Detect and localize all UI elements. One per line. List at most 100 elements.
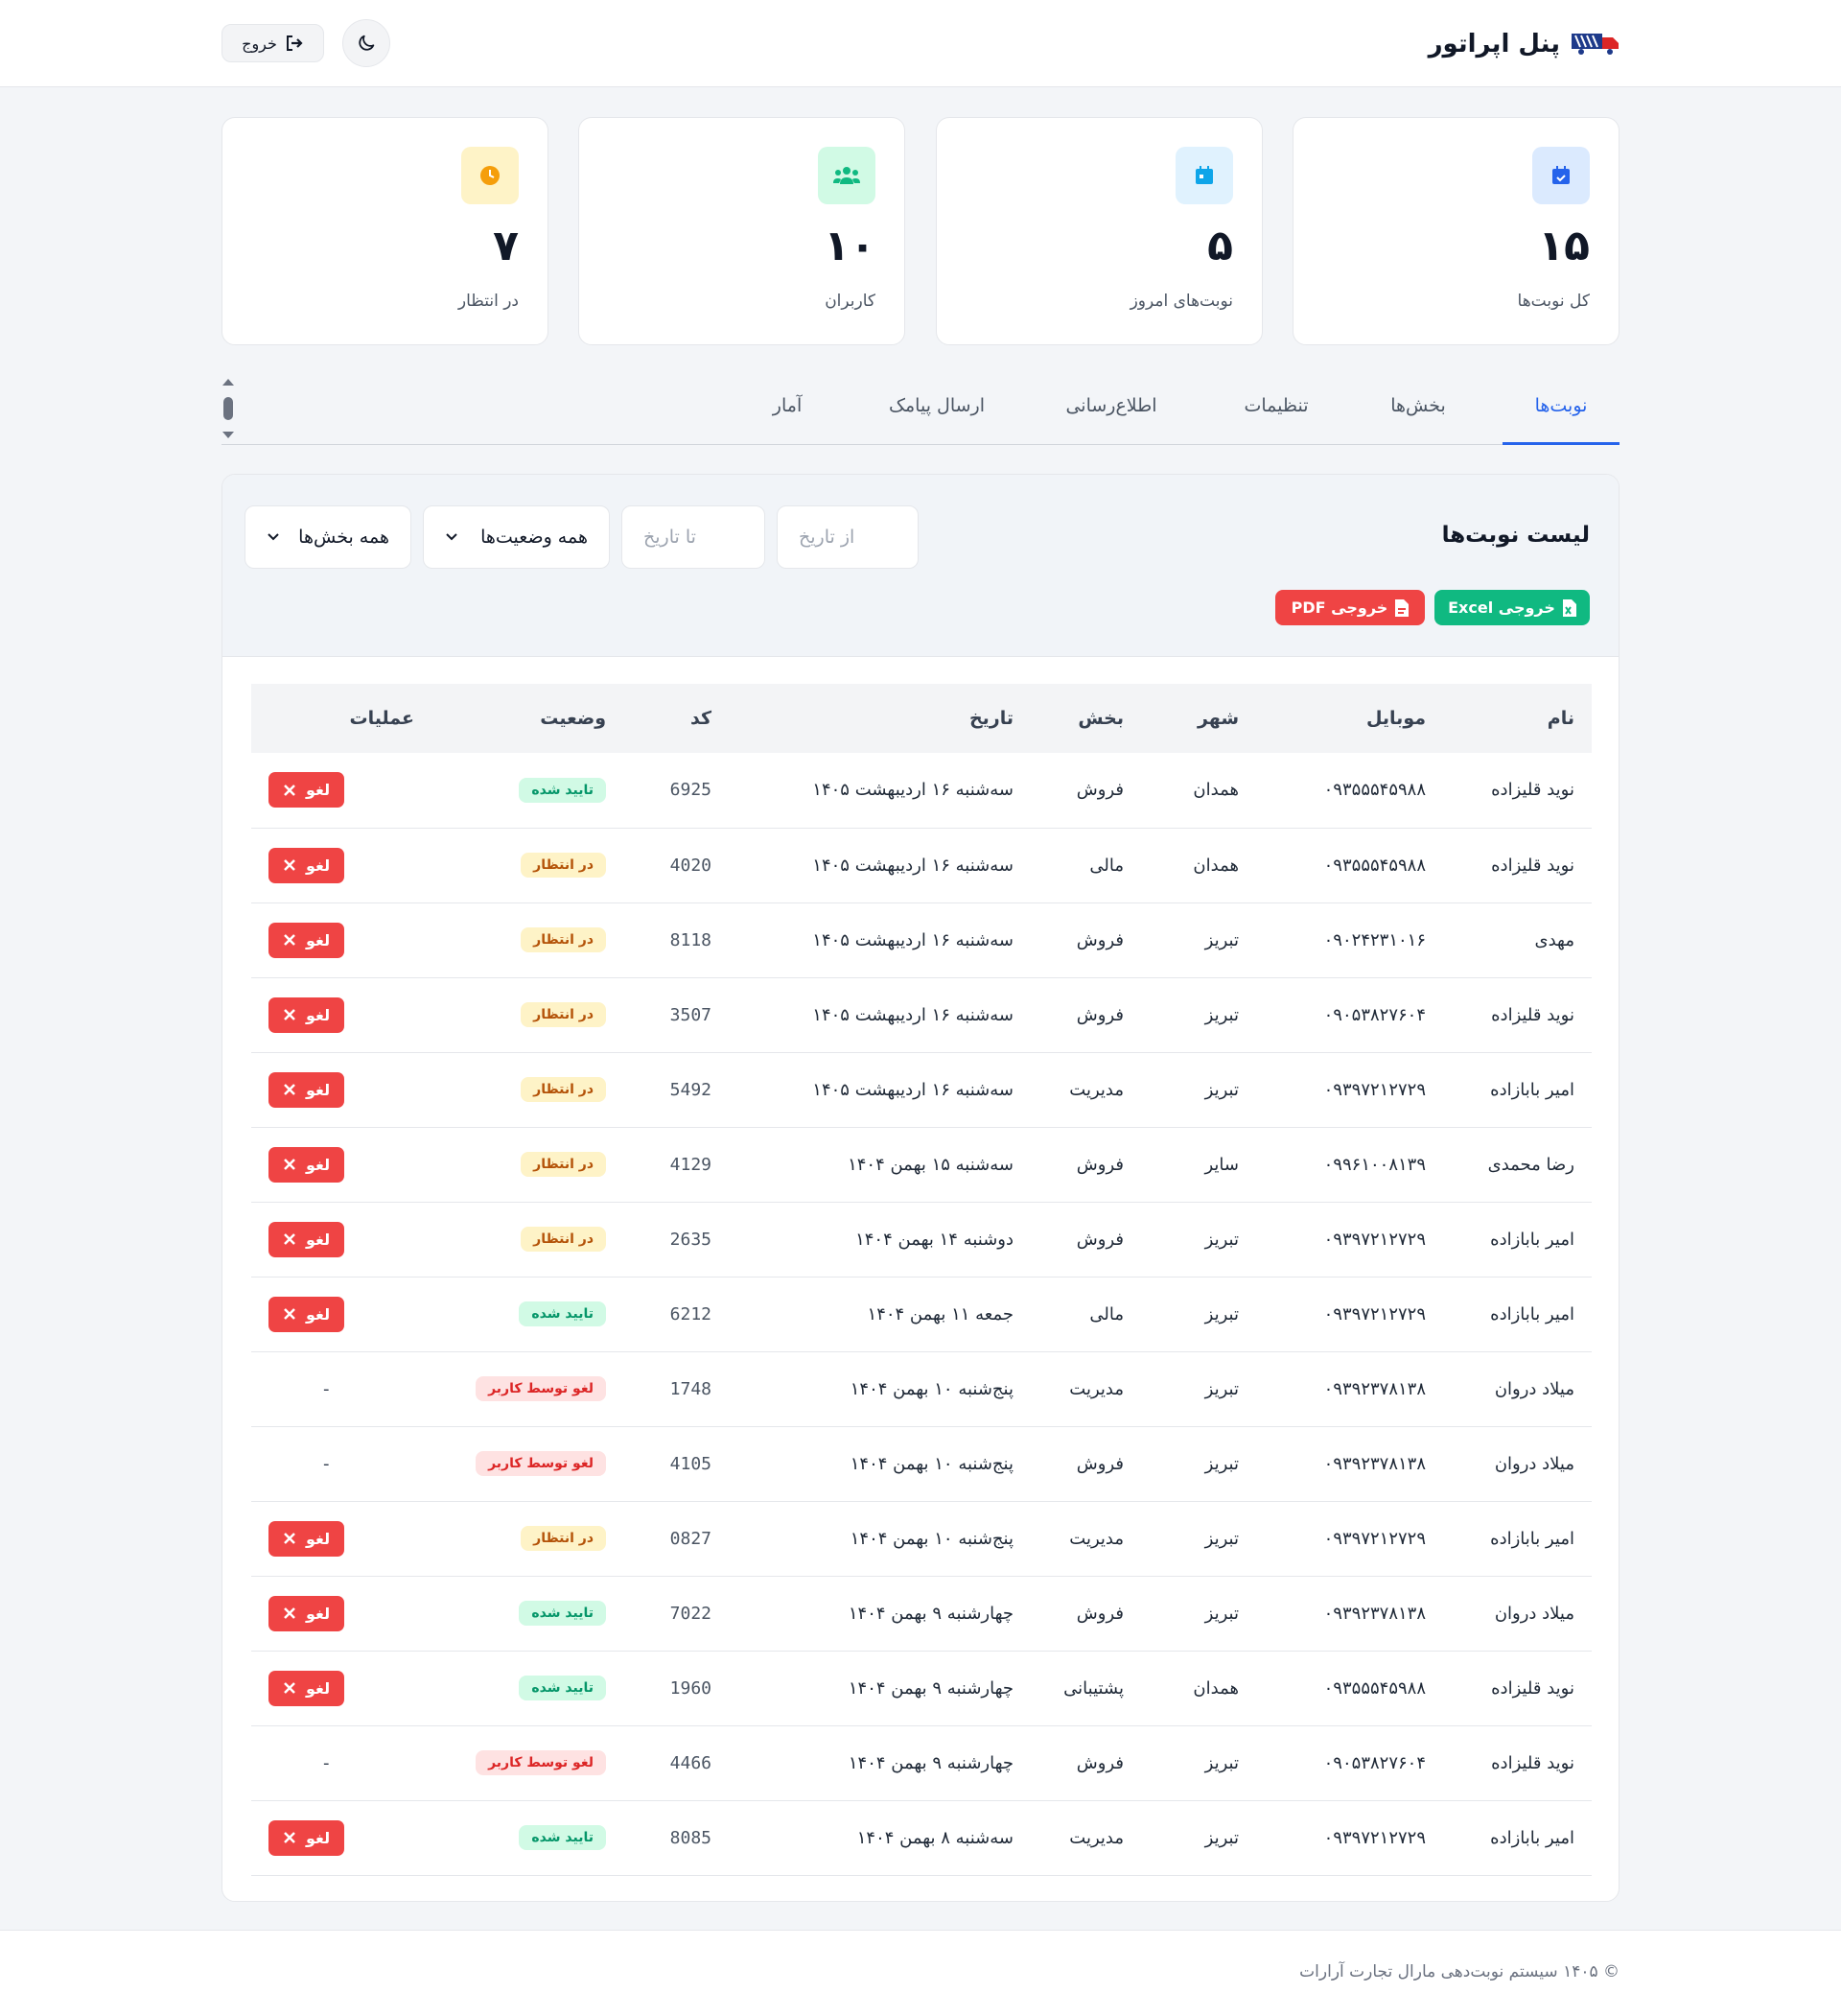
cell-status: در انتظار <box>431 828 623 903</box>
cell-code: 6212 <box>669 1303 711 1324</box>
file-pdf-icon <box>1395 598 1410 617</box>
cancel-appointment-button[interactable]: لغو <box>268 1221 345 1257</box>
column-header-city[interactable]: شهر <box>1141 684 1256 753</box>
to-date-input[interactable]: تا تاریخ <box>621 505 765 569</box>
cell-actions: لغو <box>251 1127 431 1202</box>
cell-city: تبریز <box>1204 929 1239 950</box>
cell-city: سایر <box>1204 1154 1239 1175</box>
stats-row: ۱۵ کل نوبت‌ها ۵ نوبت‌های امروز ۱۰ کاربرا… <box>221 117 1620 345</box>
cell-city: تبریز <box>1204 1378 1239 1399</box>
cell-date: پنج‌شنبه ۱۰ بهمن ۱۴۰۴ <box>850 1528 1014 1549</box>
page-title: پنل اپراتور <box>1428 30 1560 59</box>
cancel-appointment-button[interactable]: لغو <box>268 922 345 958</box>
column-header-status[interactable]: وضعیت <box>431 684 623 753</box>
cell-mobile: ۰۹۹۶۱۰۰۸۱۳۹ <box>1323 1154 1426 1175</box>
cell-section: مدیریت <box>1069 1528 1124 1549</box>
cell-code: 7022 <box>669 1603 711 1624</box>
cell-status: در انتظار <box>431 1202 623 1277</box>
calendar-day-icon <box>1176 147 1233 204</box>
cancel-label: لغو <box>306 930 331 949</box>
cell-section: پشتیبانی <box>1063 1677 1124 1699</box>
cancel-appointment-button[interactable]: لغو <box>268 1670 345 1706</box>
column-header-section[interactable]: بخش <box>1031 684 1141 753</box>
cell-mobile: ۰۹۳۵۵۵۴۵۹۸۸ <box>1323 855 1426 876</box>
cell-city: تبریز <box>1204 1827 1239 1848</box>
close-icon <box>284 1607 295 1619</box>
cancel-appointment-button[interactable]: لغو <box>268 1296 345 1332</box>
cancel-appointment-button[interactable]: لغو <box>268 847 345 883</box>
cancel-appointment-button[interactable]: لغو <box>268 1520 345 1557</box>
cell-date: چهارشنبه ۹ بهمن ۱۴۰۴ <box>848 1603 1014 1624</box>
cancel-label: لغو <box>306 1529 331 1548</box>
cancel-appointment-button[interactable]: لغو <box>268 1146 345 1183</box>
cell-city: تبریز <box>1204 1453 1239 1474</box>
no-action-dash: - <box>323 1752 330 1773</box>
close-icon <box>284 1084 295 1095</box>
cell-actions: - <box>251 1426 431 1501</box>
cell-section: فروش <box>1076 1752 1124 1773</box>
cell-name: نوید قلیزاده <box>1491 855 1574 876</box>
cell-actions: لغو <box>251 1501 431 1576</box>
no-action-dash: - <box>323 1453 330 1474</box>
column-header-name[interactable]: نام <box>1443 684 1592 753</box>
cell-mobile: ۰۹۳۵۵۵۴۵۹۸۸ <box>1323 1677 1426 1699</box>
chevron-down-icon <box>446 533 457 541</box>
from-date-input[interactable]: از تاریخ <box>777 505 919 569</box>
cell-actions: لغو <box>251 1052 431 1127</box>
stat-value: ۷ <box>493 222 519 270</box>
status-badge: در انتظار <box>521 1077 606 1102</box>
close-icon <box>284 784 295 796</box>
theme-toggle-button[interactable] <box>342 19 390 67</box>
cell-code: 4105 <box>669 1453 711 1474</box>
table-row: نوید قلیزاده ۰۹۰۵۳۸۲۷۶۰۴ تبریز فروش چهارشنبه… <box>251 1725 1592 1800</box>
export-pdf-button[interactable]: خروجی PDF <box>1275 590 1425 625</box>
cell-date: سه‌شنبه ۸ بهمن ۱۴۰۴ <box>856 1827 1014 1848</box>
cell-section: فروش <box>1076 1004 1124 1025</box>
table-header-row: نام موبایل شهر بخش تاریخ کد وضعیت عملیات <box>251 684 1592 753</box>
tab-appointments[interactable]: نوبت‌ها <box>1503 395 1620 445</box>
tab-notifications[interactable]: اطلاع‌رسانی <box>1039 395 1183 445</box>
stat-label: نوبت‌های امروز <box>1130 292 1233 311</box>
cancel-appointment-button[interactable]: لغو <box>268 1819 345 1856</box>
column-header-code[interactable]: کد <box>623 684 729 753</box>
cell-actions: لغو <box>251 753 431 828</box>
cell-mobile: ۰۹۳۹۷۲۱۲۷۲۹ <box>1323 1528 1426 1549</box>
cancel-label: لغو <box>306 1230 331 1249</box>
cancel-label: لغو <box>306 1604 331 1623</box>
cancel-appointment-button[interactable]: لغو <box>268 1595 345 1631</box>
cancel-appointment-button[interactable]: لغو <box>268 996 345 1033</box>
cell-actions: لغو <box>251 903 431 977</box>
section-filter-select[interactable]: همه بخش‌ها <box>245 505 411 569</box>
tab-sections[interactable]: بخش‌ها <box>1365 395 1471 445</box>
logout-button[interactable]: خروج <box>221 24 324 62</box>
cell-date: سه‌شنبه ۱۵ بهمن ۱۴۰۴ <box>848 1154 1014 1175</box>
section-filter-value: همه بخش‌ها <box>298 527 389 548</box>
tab-statistics[interactable]: آمار <box>739 395 835 445</box>
cell-code: 1748 <box>669 1378 711 1399</box>
table-row: امیر بابازاده ۰۹۳۹۷۲۱۲۷۲۹ تبریز مالی جمعه ۱۱… <box>251 1277 1592 1351</box>
column-header-date[interactable]: تاریخ <box>729 684 1031 753</box>
status-filter-select[interactable]: همه وضعیت‌ها <box>423 505 610 569</box>
cell-mobile: ۰۹۰۵۳۸۲۷۶۰۴ <box>1323 1004 1426 1025</box>
cell-section: مدیریت <box>1069 1378 1124 1399</box>
cancel-appointment-button[interactable]: لغو <box>268 772 345 809</box>
cancel-appointment-button[interactable]: لغو <box>268 1071 345 1108</box>
cell-name: نوید قلیزاده <box>1491 780 1574 801</box>
panel-header: لیست نوبت‌ها از تاریخ تا تاریخ همه وضعیت… <box>222 475 1619 657</box>
tab-settings[interactable]: تنظیمات <box>1214 395 1339 445</box>
table-row: نوید قلیزاده ۰۹۳۵۵۵۴۵۹۸۸ همدان پشتیبانی چهار… <box>251 1651 1592 1725</box>
export-excel-button[interactable]: خروجی Excel <box>1434 590 1590 625</box>
status-badge: لغو توسط کاربر <box>476 1376 606 1401</box>
tab-scrollbar[interactable] <box>221 378 235 439</box>
cell-date: چهارشنبه ۹ بهمن ۱۴۰۴ <box>848 1752 1014 1773</box>
cell-city: تبریز <box>1204 1079 1239 1100</box>
column-header-mobile[interactable]: موبایل <box>1256 684 1443 753</box>
stat-value: ۵ <box>1207 222 1233 270</box>
tab-send-sms[interactable]: ارسال پیامک <box>860 395 1014 445</box>
cell-name: رضا محمدی <box>1487 1154 1574 1175</box>
cell-status: لغو توسط کاربر <box>431 1725 623 1800</box>
stat-label: کاربران <box>825 292 875 311</box>
cell-name: میلاد دروان <box>1494 1453 1574 1474</box>
close-icon <box>284 934 295 946</box>
cell-date: سه‌شنبه ۱۶ اردیبهشت ۱۴۰۵ <box>812 929 1014 950</box>
